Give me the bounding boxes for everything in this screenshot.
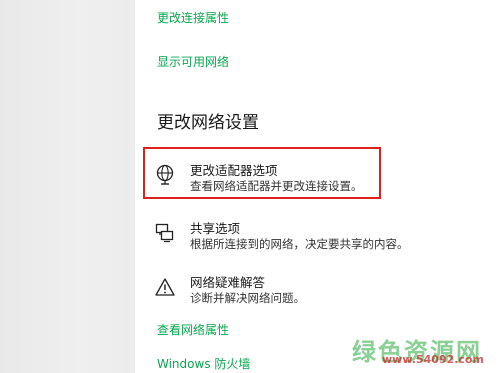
network-troubleshooter-desc: 诊断并解决网络问题。 — [190, 291, 305, 305]
sharing-options-item[interactable]: 共享选项 根据所连接到的网络，决定要共享的内容。 — [150, 218, 409, 270]
highlight-box — [143, 147, 381, 199]
left-navigation-pane — [0, 0, 135, 373]
change-network-settings-heading: 更改网络设置 — [157, 113, 259, 133]
change-connection-properties-link[interactable]: 更改连接属性 — [157, 9, 229, 26]
sharing-options-title: 共享选项 — [190, 221, 241, 236]
sharing-icon — [154, 222, 176, 244]
warning-icon — [154, 276, 176, 298]
view-network-properties-link[interactable]: 查看网络属性 — [157, 321, 229, 338]
show-available-networks-link[interactable]: 显示可用网络 — [157, 53, 229, 70]
windows-firewall-link[interactable]: Windows 防火墙 — [157, 355, 250, 372]
network-troubleshooter-item[interactable]: 网络疑难解答 诊断并解决网络问题。 — [150, 272, 390, 324]
network-troubleshooter-title: 网络疑难解答 — [190, 275, 266, 290]
watermark-url: www.54092.com — [382, 353, 484, 366]
sharing-options-desc: 根据所连接到的网络，决定要共享的内容。 — [190, 237, 409, 251]
